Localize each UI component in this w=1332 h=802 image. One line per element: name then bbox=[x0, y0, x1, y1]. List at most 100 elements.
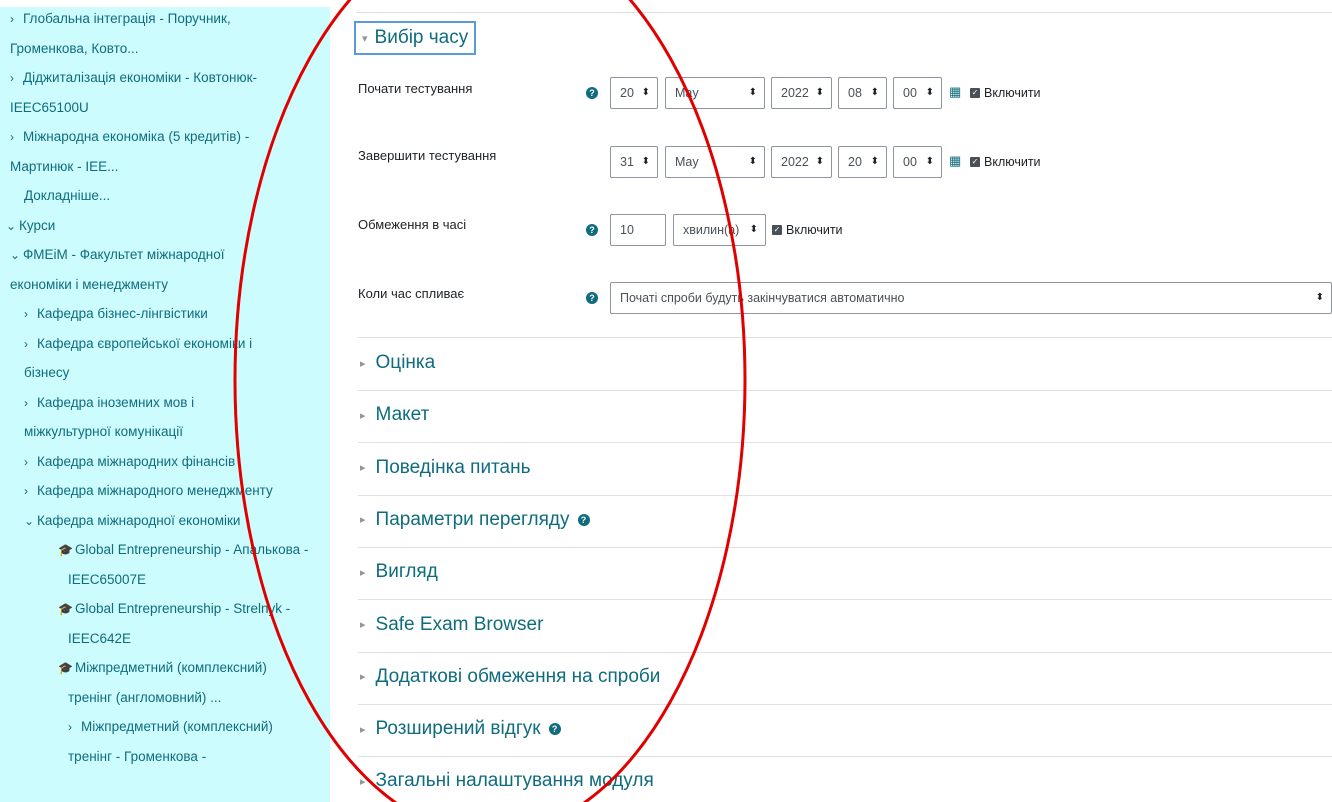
expanded-triangle-icon: ▾ bbox=[362, 32, 368, 45]
chevron-right-icon: › bbox=[68, 720, 72, 734]
sidebar-item-label: Міжпредметний (комплексний) bbox=[81, 719, 273, 734]
sidebar-item[interactable]: міжкультурної комунікації bbox=[24, 419, 183, 445]
sidebar-item-label: ФМЕіМ - Факультет міжнародної bbox=[23, 247, 225, 262]
sidebar-item[interactable]: › Кафедра іноземних мов і bbox=[24, 390, 194, 416]
sidebar-item-label: економіки і менеджменту bbox=[10, 276, 168, 292]
collapsed-triangle-icon: ▸ bbox=[360, 514, 366, 527]
help-icon[interactable]: ? bbox=[586, 224, 598, 236]
sidebar-course-item[interactable]: 🎓 Міжпредметний (комплексний) bbox=[58, 655, 267, 681]
select-arrow-icon: ⬍ bbox=[815, 156, 824, 167]
sidebar-item[interactable]: › Глобальна інтеграція - Поручник, bbox=[10, 6, 231, 32]
sidebar-item[interactable]: бізнесу bbox=[24, 360, 69, 386]
sidebar-item[interactable]: Мартинюк - IEE... bbox=[10, 154, 118, 180]
collapsible-section-header[interactable]: ▸ Додаткові обмеження на спроби bbox=[360, 666, 660, 688]
time-limit-enable-checkbox[interactable]: ✓ Включити bbox=[772, 223, 843, 237]
sidebar-item[interactable]: › Кафедра бізнес-лінгвістики bbox=[24, 301, 208, 327]
chevron-down-icon: ⌄ bbox=[6, 218, 17, 233]
section-title: Вигляд bbox=[375, 561, 438, 583]
collapsible-section-header[interactable]: ▸ Вигляд bbox=[360, 561, 438, 583]
sidebar-item[interactable]: ⌄ ФМЕіМ - Факультет міжнародної bbox=[10, 242, 225, 268]
sidebar-item[interactable]: › Кафедра європейської економіки і bbox=[24, 331, 252, 357]
sidebar-item[interactable]: тренінг - Громенкова - bbox=[68, 744, 206, 770]
sidebar-item[interactable]: Докладніше... bbox=[24, 183, 110, 209]
graduation-cap-icon: 🎓 bbox=[58, 661, 73, 675]
sidebar-item[interactable]: ⌄ Кафедра міжнародної економіки bbox=[24, 508, 240, 534]
section-title: Додаткові обмеження на спроби bbox=[375, 665, 661, 687]
close-day-select[interactable]: 31 ⬍ bbox=[610, 146, 658, 178]
calendar-icon[interactable]: ▦ bbox=[949, 84, 961, 100]
divider bbox=[356, 12, 1332, 13]
close-year-select[interactable]: 2022 ⬍ bbox=[771, 146, 832, 178]
sidebar-course-item[interactable]: 🎓 Global Entrepreneurship - Апалькова - bbox=[58, 537, 308, 563]
help-icon[interactable]: ? bbox=[548, 723, 561, 736]
sidebar-item[interactable]: економіки і менеджменту bbox=[10, 272, 168, 298]
sidebar-item[interactable]: › Кафедра міжнародних фінансів bbox=[24, 449, 235, 475]
collapsible-section-header[interactable]: ▸ Оцінка bbox=[360, 352, 435, 374]
collapsible-section-header[interactable]: ▸ Safe Exam Browser bbox=[360, 614, 543, 636]
overdue-handling-select[interactable]: Початі спроби будуть закінчуватися автом… bbox=[610, 282, 1332, 314]
sidebar-item[interactable]: IEEC65100U bbox=[10, 95, 89, 121]
chevron-right-icon: › bbox=[24, 307, 28, 321]
sidebar-item-label: Global Entrepreneurship - Strelnyk - bbox=[74, 601, 291, 616]
chevron-down-icon: ⌄ bbox=[10, 248, 21, 262]
select-value: 20 bbox=[620, 86, 634, 100]
collapsible-section-header[interactable]: ▸ Параметри перегляду? bbox=[360, 509, 590, 531]
calendar-icon[interactable]: ▦ bbox=[949, 153, 961, 169]
sidebar-item[interactable]: IEEC642E bbox=[68, 626, 131, 652]
open-day-select[interactable]: 20 ⬍ bbox=[610, 77, 658, 109]
section-title: Загальні налаштування модуля bbox=[375, 770, 654, 792]
select-arrow-icon: ⬍ bbox=[815, 87, 824, 98]
sidebar-item[interactable]: › Міжнародна економіка (5 кредитів) - bbox=[10, 124, 249, 150]
close-month-select[interactable]: May ⬍ bbox=[665, 146, 765, 178]
overdue-handling-label: Коли час спливає bbox=[358, 286, 465, 301]
collapsible-section-header[interactable]: ▸ Поведінка питань bbox=[360, 457, 531, 479]
select-arrow-icon: ⬍ bbox=[1315, 292, 1324, 303]
collapsible-section-header[interactable]: ▸ Загальні налаштування модуля bbox=[360, 770, 654, 792]
collapsible-section-header[interactable]: ▸ Розширений відгук? bbox=[360, 718, 561, 740]
close-minute-select[interactable]: 00 ⬍ bbox=[893, 146, 942, 178]
sidebar-item[interactable]: › Міжпредметний (комплексний) bbox=[68, 714, 273, 740]
sidebar-navigation: › Глобальна інтеграція - Поручник, Громенк… bbox=[0, 0, 330, 802]
divider bbox=[358, 703, 1332, 705]
select-value: 2022 bbox=[781, 86, 809, 100]
divider bbox=[358, 337, 1332, 338]
select-arrow-icon: ⬍ bbox=[748, 87, 757, 98]
open-enable-checkbox[interactable]: ✓ Включити bbox=[970, 86, 1041, 100]
sidebar-item-label: Глобальна інтеграція - Поручник, bbox=[23, 11, 231, 26]
sidebar-item-label: тренінг (англомовний) ... bbox=[68, 689, 222, 705]
open-minute-select[interactable]: 00 ⬍ bbox=[893, 77, 942, 109]
open-year-select[interactable]: 2022 ⬍ bbox=[771, 77, 832, 109]
quiz-settings-form: ▾ Вибір часу Почати тестування ? 20 ⬍ May… bbox=[340, 0, 1332, 802]
sidebar-item[interactable]: тренінг (англомовний) ... bbox=[68, 685, 221, 711]
open-month-select[interactable]: May ⬍ bbox=[665, 77, 765, 109]
help-icon[interactable]: ? bbox=[577, 513, 590, 526]
graduation-cap-icon: 🎓 bbox=[58, 602, 73, 616]
divider bbox=[358, 651, 1332, 653]
time-limit-unit-select[interactable]: хвилин(а) ⬍ bbox=[673, 214, 766, 246]
sidebar-item-label: Докладніше... bbox=[24, 188, 111, 203]
sidebar-item[interactable]: Громенкова, Ковто... bbox=[10, 36, 138, 62]
open-hour-select[interactable]: 08 ⬍ bbox=[838, 77, 887, 109]
sidebar-item-label: Global Entrepreneurship - Апалькова - bbox=[74, 542, 309, 557]
sidebar-item-label: Кафедра бізнес-лінгвістики bbox=[37, 306, 208, 321]
divider bbox=[358, 546, 1332, 548]
sidebar-item-label: IEEC642E bbox=[68, 630, 132, 646]
sidebar-item[interactable]: IEEC65007E bbox=[68, 567, 146, 593]
sidebar-item[interactable]: › Діджиталізація економіки - Ковтонюк- bbox=[10, 65, 257, 91]
select-arrow-icon: ⬍ bbox=[749, 224, 758, 235]
sidebar-item[interactable]: › Кафедра міжнародного менеджменту bbox=[24, 478, 273, 504]
collapsed-triangle-icon: ▸ bbox=[360, 409, 366, 422]
help-icon[interactable]: ? bbox=[586, 292, 598, 304]
collapsed-triangle-icon: ▸ bbox=[360, 566, 366, 579]
close-hour-select[interactable]: 20 ⬍ bbox=[838, 146, 887, 178]
sidebar-course-item[interactable]: 🎓 Global Entrepreneurship - Strelnyk - bbox=[58, 596, 290, 622]
collapsible-section-header[interactable]: ▸ Макет bbox=[360, 404, 429, 426]
time-limit-input[interactable]: 10 bbox=[610, 214, 666, 246]
close-enable-checkbox[interactable]: ✓ Включити bbox=[970, 155, 1041, 169]
help-icon[interactable]: ? bbox=[586, 87, 598, 99]
sidebar-item[interactable]: ⌄ Курси bbox=[6, 213, 55, 239]
collapsed-triangle-icon: ▸ bbox=[360, 671, 366, 684]
collapsed-triangle-icon: ▸ bbox=[360, 775, 366, 788]
timing-section-header[interactable]: ▾ Вибір часу bbox=[354, 21, 477, 55]
sidebar-item-label: Кафедра міжнародного менеджменту bbox=[37, 483, 273, 498]
